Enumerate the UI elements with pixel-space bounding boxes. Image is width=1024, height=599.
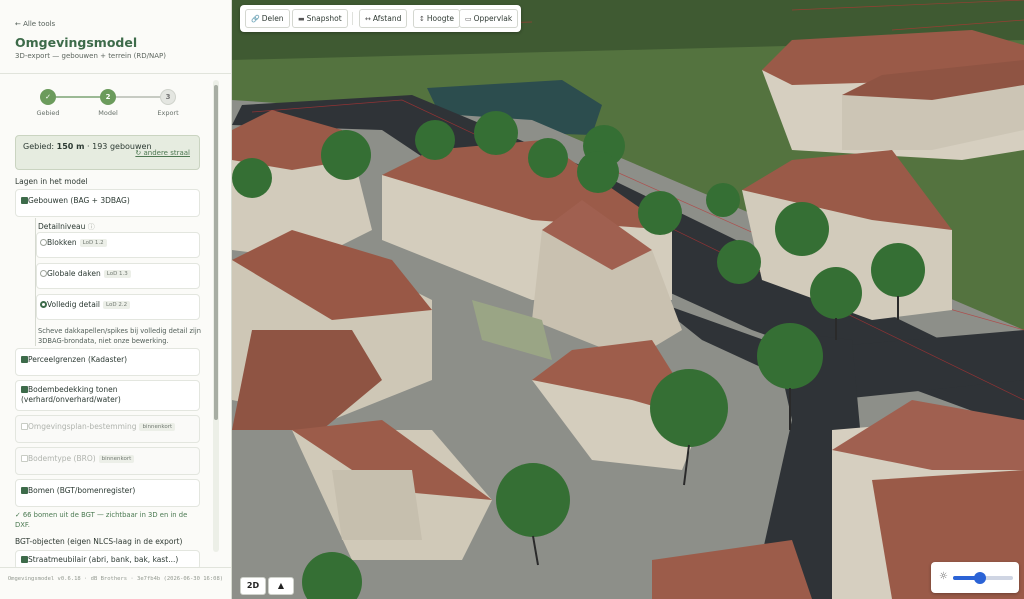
detail-level-label: Detailniveau [38,222,86,231]
area-button[interactable]: ▭ Oppervlak [459,9,519,28]
step-1-check-icon[interactable]: ✓ [40,89,56,105]
parcels-checkbox[interactable] [21,356,28,363]
layer-zoning: Omgevingsplan-bestemming binnenkort [15,415,200,443]
roofs-label: Globale daken [47,269,101,278]
buildings-checkbox[interactable] [21,197,28,204]
building-row-back [762,30,1024,160]
share-button[interactable]: 🔗 Delen [245,9,290,28]
sidebar: ← Alle tools Omgevingsmodel 3D-export — … [0,0,232,599]
layer-parcels[interactable]: Perceelgrenzen (Kadaster) [15,348,200,376]
area-prefix: Gebied: [23,142,57,151]
page-subtitle: 3D-export — gebouwen + terrein (RD/NAP) [15,52,166,60]
layer-buildings[interactable]: Gebouwen (BAG + 3DBAG) [15,189,200,217]
zoning-checkbox [21,423,28,430]
distance-label: Afstand [372,14,402,23]
back-link[interactable]: ← Alle tools [15,20,55,28]
blocks-lod-tag: LoD 1.2 [79,239,107,247]
trees-checkbox[interactable] [21,487,28,494]
sun-icon: ☼ [939,571,948,582]
trees-label: Bomen (BGT/bomenregister) [28,486,136,495]
blocks-label: Blokken [47,238,77,247]
roofs-lod-tag: LoD 1.3 [103,270,131,278]
triangle-icon: ▲ [277,581,285,590]
detail-level: Detailniveau ⓘ [38,222,95,232]
soil-soon-tag: binnenkort [98,455,135,463]
height-label: Hoogte [426,14,455,23]
area-label: Oppervlak [473,14,513,23]
sun-slider-handle[interactable] [974,572,986,584]
detail-option-full[interactable]: Volledig detail LoD 2.2 [36,294,200,320]
landcover-checkbox[interactable] [21,386,28,393]
distance-button[interactable]: ↔ Afstand [359,9,408,28]
height-button[interactable]: ↕ Hoogte [413,9,461,28]
version-footer: Omgevingsmodel v0.6.18 · dB Brothers · 3… [0,567,231,599]
height-icon: ↕ [419,15,425,23]
info-icon[interactable]: ⓘ [88,223,95,231]
zoning-label: Omgevingsplan-bestemming [28,422,137,431]
change-radius-link[interactable]: ↻ andere straal [135,148,190,159]
step-2-label: Model [98,109,118,117]
page-title: Omgevingsmodel [15,35,138,50]
layers-heading: Lagen in het model [15,177,88,186]
snapshot-button[interactable]: ▬ Snapshot [292,9,348,28]
viewport-toolbar: 🔗 Delen ▬ Snapshot ↔ Afstand ↕ Hoogte ▭ Opper… [240,5,521,32]
step-1-label: Gebied [36,109,60,117]
3d-scene[interactable] [232,0,1024,599]
sidebar-scroll-thumb[interactable] [214,85,218,420]
trees-note: ✓ 66 bomen uit de BGT — zichtbaar in 3D … [15,511,188,529]
distance-icon: ↔ [365,15,371,23]
soil-checkbox [21,455,28,462]
blocks-radio[interactable] [40,239,47,246]
zoning-soon-tag: binnenkort [139,423,176,431]
share-label: Delen [261,14,284,23]
sun-slider[interactable] [953,572,1013,584]
roofs-radio[interactable] [40,270,47,277]
sun-control: ☼ [931,562,1019,593]
detail-option-roofs[interactable]: Globale daken LoD 1.3 [36,263,200,289]
furniture-label: Straatmeubilair (abri, bank, bak, kast..… [28,555,179,564]
step-connector [116,96,160,98]
area-size: 150 m [56,142,85,151]
area-summary: Gebied: 150 m · 193 gebouwen ↻ andere st… [15,135,200,170]
layer-soil: Bodemtype (BRO) binnenkort [15,447,200,475]
soil-label: Bodemtype (BRO) [28,454,96,463]
link-icon: 🔗 [251,15,260,23]
layer-trees[interactable]: Bomen (BGT/bomenregister) [15,479,200,507]
camera-icon: ▬ [298,15,305,23]
bgt-heading: BGT-objecten (eigen NLCS-laag in de expo… [15,537,183,546]
parcels-label: Perceelgrenzen (Kadaster) [28,355,128,364]
furniture-checkbox[interactable] [21,556,28,563]
mode-3d-button[interactable]: ▲ [268,577,294,595]
step-2-dot[interactable]: 2 [100,89,116,105]
toolbar-separator [352,12,353,25]
layer-landcover[interactable]: Bodembedekking tonen (verhard/onverhard/… [15,380,200,411]
buildings-label: Gebouwen (BAG + 3DBAG) [28,196,130,205]
area-icon: ▭ [465,15,472,23]
3d-viewport[interactable] [232,0,1024,599]
step-3-label: Export [157,109,179,117]
full-detail-lod-tag: LoD 2.2 [103,301,131,309]
snapshot-label: Snapshot [306,14,342,23]
detail-note: Scheve dakkapellen/spikes bij volledig d… [38,327,201,345]
step-3-dot[interactable]: 3 [160,89,176,105]
full-detail-radio[interactable] [40,301,47,308]
landcover-label: Bodembedekking tonen (verhard/onverhard/… [21,385,121,404]
detail-option-blocks[interactable]: Blokken LoD 1.2 [36,232,200,258]
mode-2d-button[interactable]: 2D [240,577,266,595]
full-detail-label: Volledig detail [47,300,100,309]
step-connector [56,96,100,98]
